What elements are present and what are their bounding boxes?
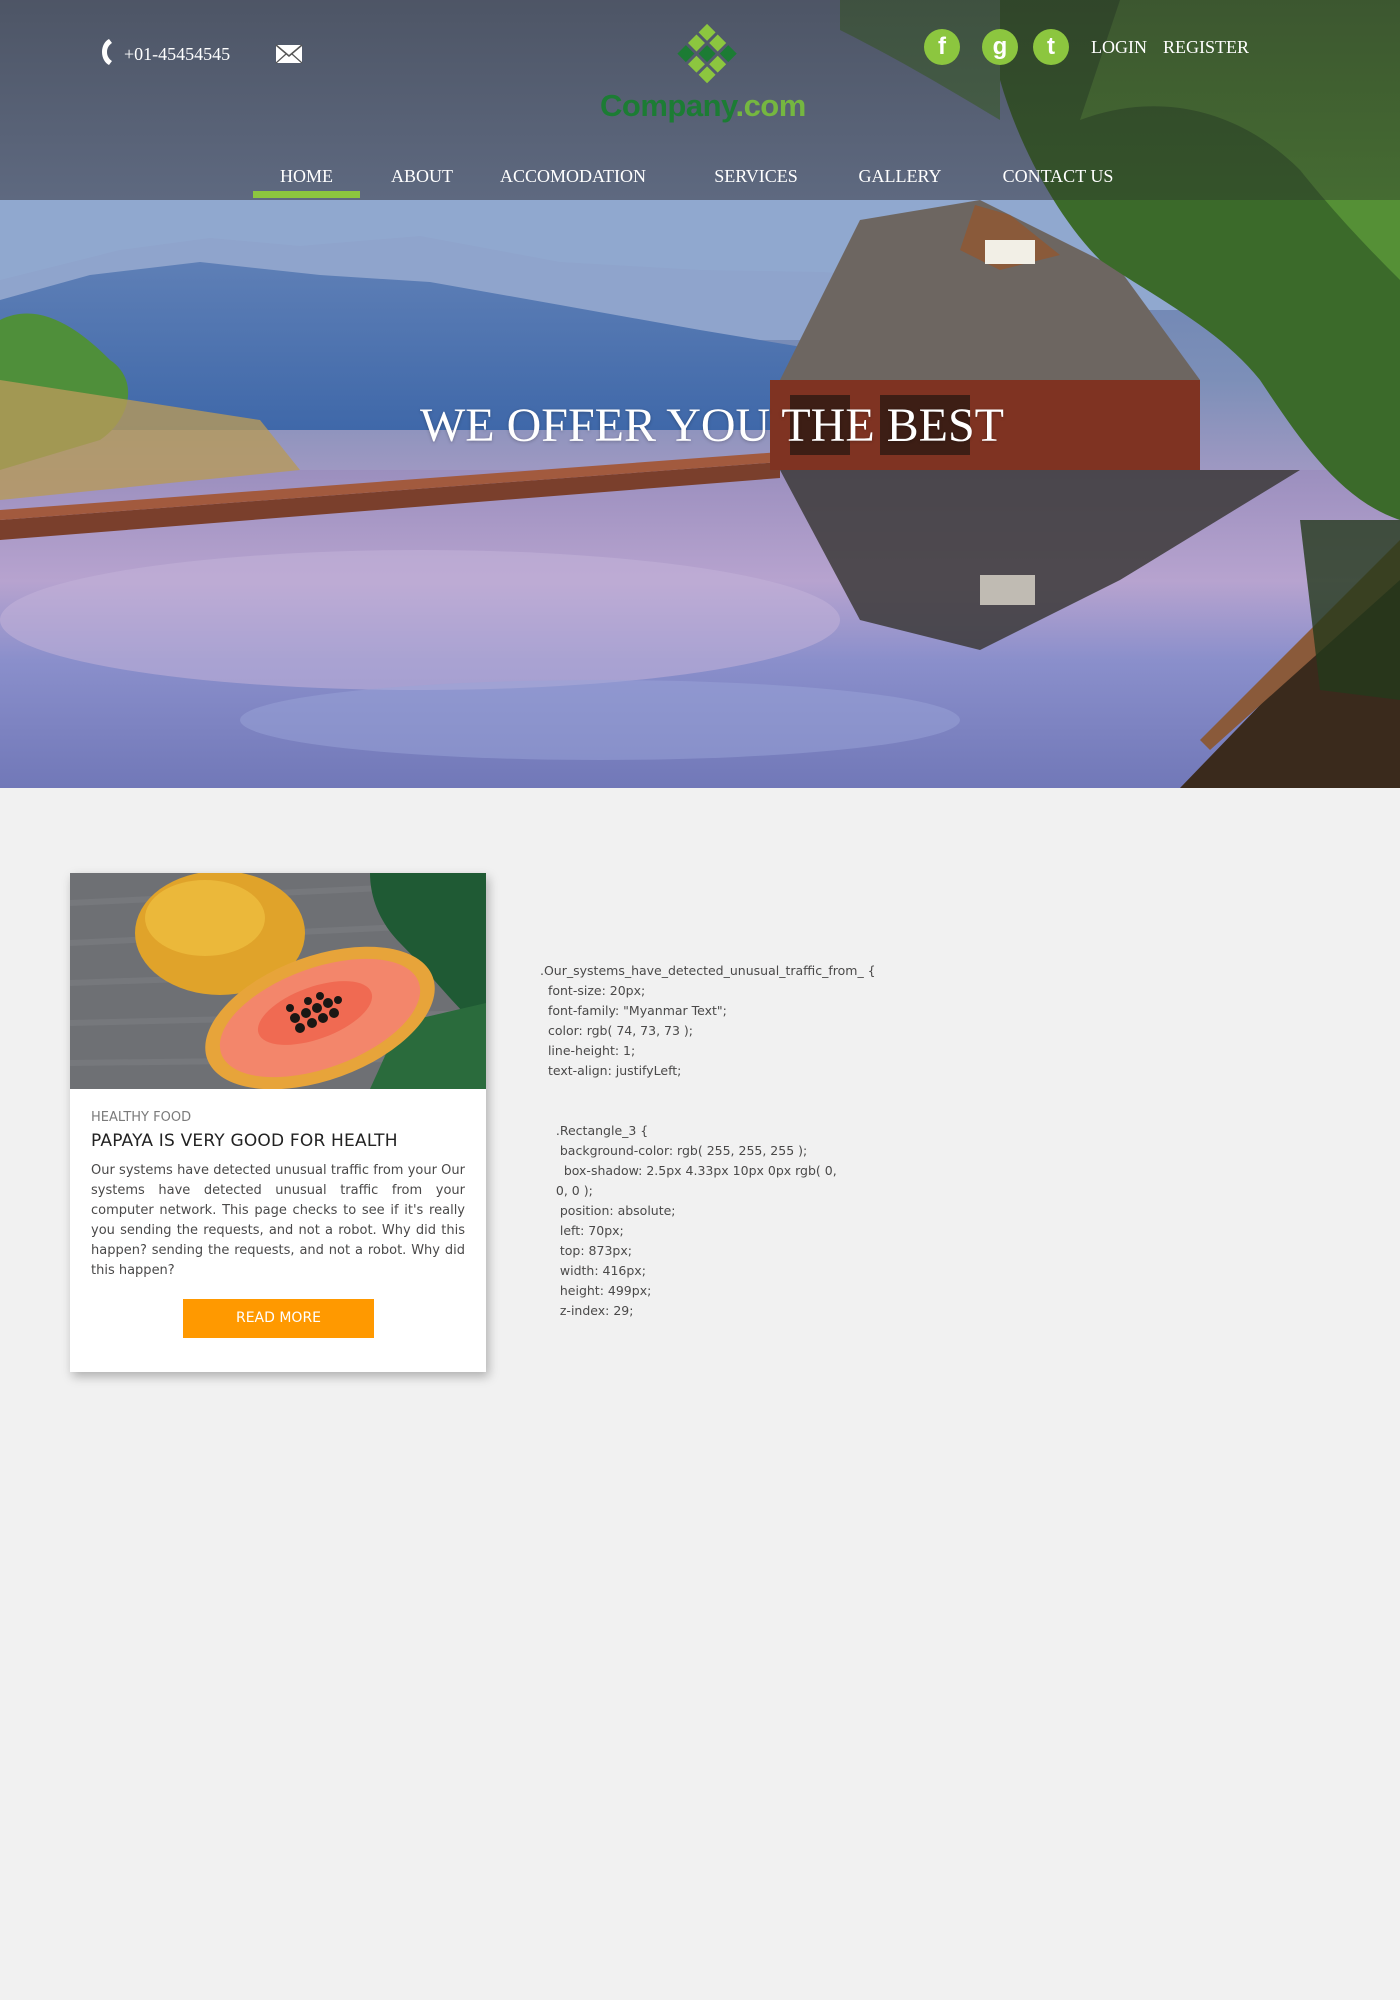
hero-banner: +01-45454545 Company.com f g t LOGIN REG… [0, 0, 1400, 788]
tumblr-icon[interactable]: t [1033, 29, 1069, 65]
phone-number[interactable]: +01-45454545 [124, 44, 230, 65]
logo-tld: .com [735, 88, 806, 123]
nav-item-home[interactable]: HOME [253, 166, 360, 187]
logo-text: Company.com [600, 88, 806, 124]
register-link[interactable]: REGISTER [1163, 37, 1249, 58]
nav-item-contact-us[interactable]: CONTACT US [990, 166, 1126, 187]
logo-diamond-icon [677, 23, 737, 84]
hero-title: WE OFFER YOU THE BEST [419, 399, 1004, 452]
css-code-note: .Our_systems_have_detected_unusual_traff… [540, 963, 876, 1318]
card-body-text: Our systems have detected unusual traffi… [91, 1163, 465, 1278]
facebook-icon[interactable]: f [924, 29, 960, 65]
nav-item-about[interactable]: ABOUT [372, 166, 472, 187]
mail-icon[interactable] [275, 44, 303, 64]
main-nav: HOME ABOUT ACCOMODATION SERVICES GALLERY… [0, 160, 1400, 200]
papaya-image [70, 873, 486, 1089]
card-title: PAPAYA IS VERY GOOD FOR HEALTH [91, 1131, 398, 1151]
read-more-button[interactable]: READ MORE [183, 1299, 374, 1338]
phone-icon [102, 39, 112, 65]
article-card: HEALTHY FOOD PAPAYA IS VERY GOOD FOR HEA… [70, 873, 486, 1372]
site-logo[interactable]: Company.com [600, 20, 806, 130]
nav-item-accomodation[interactable]: ACCOMODATION [488, 166, 658, 187]
card-category: HEALTHY FOOD [91, 1110, 192, 1125]
nav-item-gallery[interactable]: GALLERY [845, 166, 955, 187]
nav-active-indicator [253, 191, 360, 198]
google-icon[interactable]: g [982, 29, 1018, 65]
login-link[interactable]: LOGIN [1091, 37, 1147, 58]
nav-item-services[interactable]: SERVICES [700, 166, 812, 187]
logo-name: Company [600, 88, 736, 123]
